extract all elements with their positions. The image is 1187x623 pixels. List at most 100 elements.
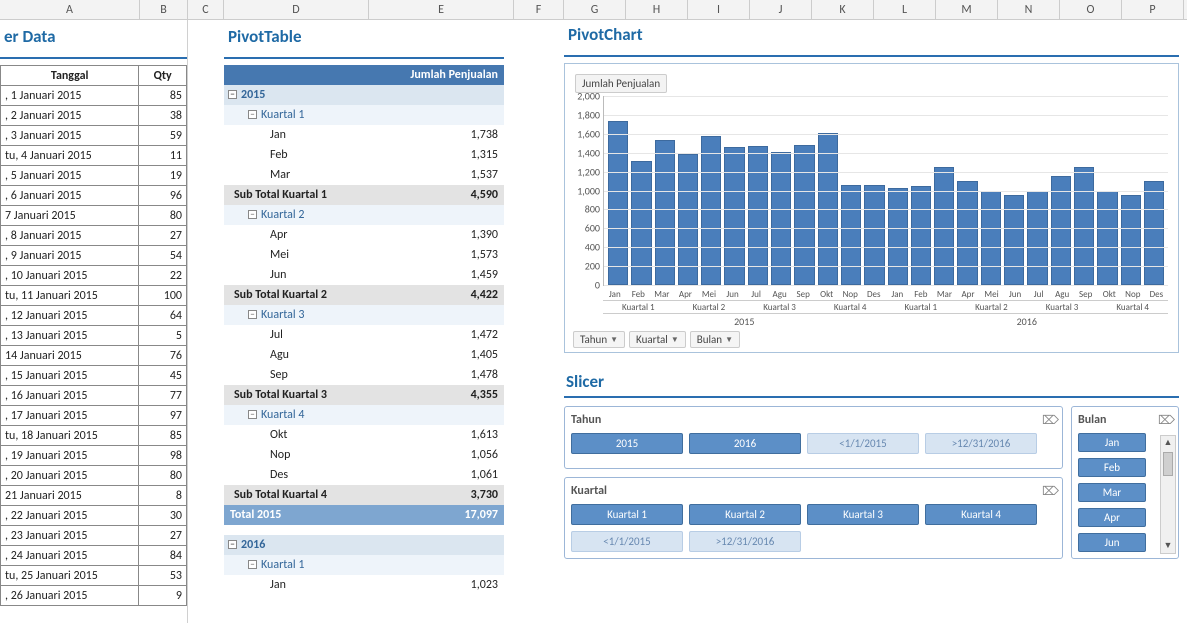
slicer-tahun[interactable]: Tahun ⌦ 20152016<1/1/2015>12/31/2016 [564, 406, 1063, 469]
cell-date[interactable]: , 24 Januari 2015 [1, 546, 139, 566]
chart-bar[interactable] [608, 121, 628, 285]
pt-year-row[interactable]: −2015 [224, 85, 504, 105]
pt-quarter-row[interactable]: −Kuartal 2 [224, 205, 504, 225]
collapse-icon[interactable]: − [248, 410, 257, 419]
table-row[interactable]: , 23 Januari 201527 [1, 526, 187, 546]
col-header[interactable]: E [369, 0, 514, 19]
cell-date[interactable]: , 22 Januari 2015 [1, 506, 139, 526]
col-header[interactable]: C [188, 0, 224, 19]
chart-bar[interactable] [794, 145, 814, 285]
chart-bar[interactable] [748, 146, 768, 285]
slicer-item[interactable]: 2016 [689, 433, 801, 454]
col-header[interactable]: L [874, 0, 936, 19]
scroll-down-icon[interactable]: ▼ [1164, 539, 1173, 553]
scroll-thumb[interactable] [1163, 452, 1173, 476]
table-row[interactable]: , 3 Januari 201559 [1, 126, 187, 146]
cell-qty[interactable]: 77 [139, 386, 187, 406]
chart-bar[interactable] [888, 188, 908, 285]
collapse-icon[interactable]: − [248, 210, 257, 219]
collapse-icon[interactable]: − [228, 90, 237, 99]
col-header[interactable]: O [1060, 0, 1122, 19]
slicer-item[interactable]: Kuartal 4 [925, 504, 1037, 525]
slicer-item[interactable]: Jan [1078, 433, 1146, 452]
pt-month-row[interactable]: Sep1,478 [224, 365, 504, 385]
table-row[interactable]: , 17 Januari 201597 [1, 406, 187, 426]
col-header[interactable]: N [998, 0, 1060, 19]
cell-date[interactable]: 7 Januari 2015 [1, 206, 139, 226]
table-row[interactable]: , 16 Januari 201577 [1, 386, 187, 406]
pt-month-row[interactable]: Jun1,459 [224, 265, 504, 285]
col-header[interactable]: B [140, 0, 188, 19]
pt-quarter-row[interactable]: −Kuartal 1 [224, 105, 504, 125]
cell-qty[interactable]: 27 [139, 226, 187, 246]
slicer-item[interactable]: Apr [1078, 508, 1146, 527]
chart-bar[interactable] [934, 167, 954, 285]
chart-field-button[interactable]: Tahun▼ [573, 331, 625, 348]
slicer-item[interactable]: <1/1/2015 [571, 531, 683, 552]
cell-qty[interactable]: 80 [139, 206, 187, 226]
pt-month-row[interactable]: Agu1,405 [224, 345, 504, 365]
cell-qty[interactable]: 84 [139, 546, 187, 566]
cell-qty[interactable]: 54 [139, 246, 187, 266]
chart-bar[interactable] [1027, 191, 1047, 286]
chart-bar[interactable] [911, 186, 931, 285]
cell-date[interactable]: , 26 Januari 2015 [1, 586, 139, 606]
table-row[interactable]: , 6 Januari 201596 [1, 186, 187, 206]
pt-subtotal-row[interactable]: Sub Total Kuartal 34,355 [224, 385, 504, 405]
slicer-item[interactable]: Feb [1078, 458, 1146, 477]
table-row[interactable]: 7 Januari 201580 [1, 206, 187, 226]
chart-bar[interactable] [864, 185, 884, 285]
collapse-icon[interactable]: − [248, 560, 257, 569]
table-row[interactable]: , 13 Januari 20155 [1, 326, 187, 346]
cell-qty[interactable]: 22 [139, 266, 187, 286]
cell-date[interactable]: tu, 11 Januari 2015 [1, 286, 139, 306]
col-header[interactable]: J [750, 0, 812, 19]
slicer-item[interactable]: Mar [1078, 483, 1146, 502]
cell-date[interactable]: , 10 Januari 2015 [1, 266, 139, 286]
cell-date[interactable]: , 23 Januari 2015 [1, 526, 139, 546]
col-header[interactable]: M [936, 0, 998, 19]
cell-qty[interactable]: 96 [139, 186, 187, 206]
cell-qty[interactable]: 97 [139, 406, 187, 426]
header-qty[interactable]: Qty [139, 66, 187, 86]
cell-qty[interactable]: 98 [139, 446, 187, 466]
slicer-item[interactable]: Jun [1078, 533, 1146, 552]
chart-bar[interactable] [1051, 176, 1071, 285]
cell-qty[interactable]: 59 [139, 126, 187, 146]
cell-qty[interactable]: 85 [139, 86, 187, 106]
table-row[interactable]: , 19 Januari 201598 [1, 446, 187, 466]
cell-date[interactable]: , 17 Januari 2015 [1, 406, 139, 426]
cell-qty[interactable]: 8 [139, 486, 187, 506]
table-row[interactable]: , 26 Januari 20159 [1, 586, 187, 606]
table-row[interactable]: , 5 Januari 201519 [1, 166, 187, 186]
cell-date[interactable]: , 13 Januari 2015 [1, 326, 139, 346]
cell-qty[interactable]: 80 [139, 466, 187, 486]
cell-date[interactable]: , 20 Januari 2015 [1, 466, 139, 486]
pt-month-row[interactable]: Mar1,537 [224, 165, 504, 185]
chart-bar[interactable] [1097, 191, 1117, 286]
col-header[interactable]: K [812, 0, 874, 19]
pt-total-row[interactable]: Total 201517,097 [224, 505, 504, 525]
pt-year-row[interactable]: −2016 [224, 535, 504, 555]
chart-bar[interactable] [655, 140, 675, 285]
slicer-item[interactable]: Kuartal 2 [689, 504, 801, 525]
slicer-bulan[interactable]: Bulan ⌦ JanFebMarAprJun ▲ ▼ [1071, 406, 1179, 559]
pt-month-row[interactable]: Okt1,613 [224, 425, 504, 445]
cell-date[interactable]: , 3 Januari 2015 [1, 126, 139, 146]
collapse-icon[interactable]: − [248, 110, 257, 119]
chart-bar[interactable] [841, 185, 861, 285]
chart-bar[interactable] [724, 147, 744, 285]
cell-qty[interactable]: 64 [139, 306, 187, 326]
chart-bar[interactable] [1074, 167, 1094, 285]
chart-field-button[interactable]: Bulan▼ [690, 331, 740, 348]
clear-filter-icon[interactable]: ⌦ [1158, 413, 1172, 427]
chart-bar[interactable] [981, 191, 1001, 286]
pt-month-row[interactable]: Des1,061 [224, 465, 504, 485]
cell-date[interactable]: , 5 Januari 2015 [1, 166, 139, 186]
cell-date[interactable]: , 1 Januari 2015 [1, 86, 139, 106]
slicer-item[interactable]: <1/1/2015 [807, 433, 919, 454]
source-data-table[interactable]: Tanggal Qty , 1 Januari 201585, 2 Januar… [0, 65, 187, 606]
collapse-icon[interactable]: − [248, 310, 257, 319]
col-header[interactable]: I [688, 0, 750, 19]
slicer-item[interactable]: Kuartal 1 [571, 504, 683, 525]
